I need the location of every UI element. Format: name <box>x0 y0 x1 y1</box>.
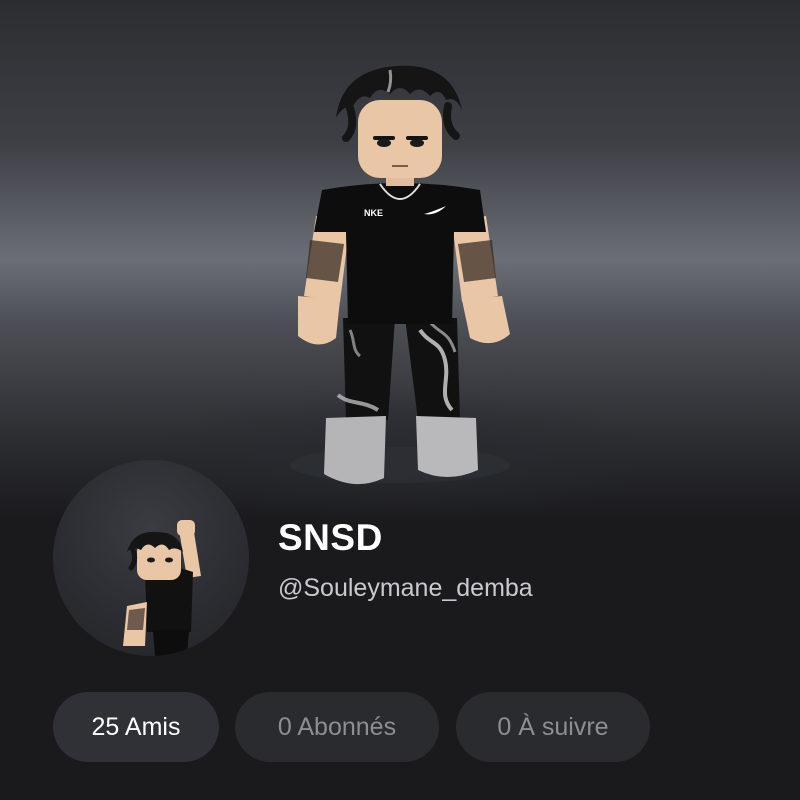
following-count-button[interactable]: 0 À suivre <box>456 692 650 762</box>
avatar-3d-render[interactable]: NKE <box>0 0 800 520</box>
followers-count-button[interactable]: 0 Abonnés <box>235 692 439 762</box>
avatar-left-shoe <box>324 416 386 485</box>
avatar-thumbnail[interactable] <box>53 460 249 656</box>
avatar-left-hand <box>298 296 340 345</box>
friends-count-button[interactable]: 25 Amis <box>53 692 219 762</box>
avatar-stage: NKE <box>0 0 800 520</box>
shirt-logo-text: NKE <box>364 208 383 218</box>
avatar-thumbnail-image <box>123 520 201 656</box>
username: @Souleymane_demba <box>278 574 533 602</box>
avatar-right-shoe <box>416 416 478 477</box>
avatar-right-leg <box>405 318 460 420</box>
display-name: SNSD <box>278 517 383 558</box>
avatar-right-hand <box>462 296 510 344</box>
